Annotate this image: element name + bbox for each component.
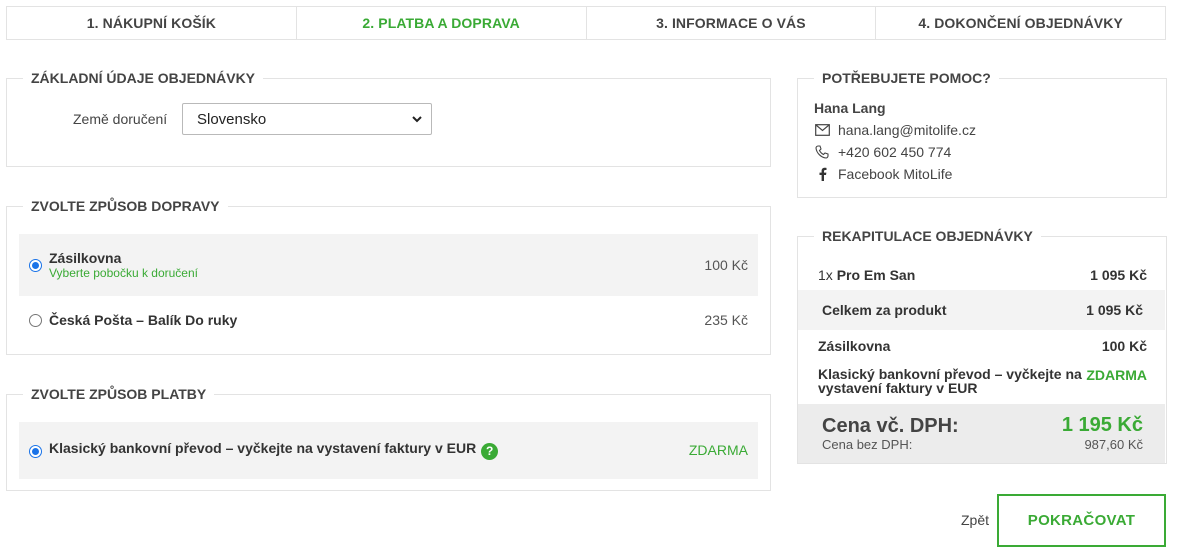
step-order-completion[interactable]: 4. DOKONČENÍ OBJEDNÁVKY (876, 7, 1165, 39)
contact-facebook[interactable]: Facebook MitoLife (838, 166, 952, 182)
recap-item-price: 1 095 Kč (1090, 267, 1147, 283)
recap-subtotal-value: 1 095 Kč (1086, 302, 1143, 318)
recap-payment-label: Klasický bankovní převod – vyčkejte na v… (818, 367, 1082, 395)
country-label: Země doručení (73, 111, 168, 127)
step-payment-shipping[interactable]: 2. PLATBA A DOPRAVA (297, 7, 587, 39)
payment-radio-bank-transfer[interactable] (29, 445, 42, 458)
contact-phone-row[interactable]: +420 602 450 774 (814, 144, 951, 160)
back-link[interactable]: Zpět (961, 512, 989, 528)
phone-icon (814, 144, 830, 160)
recap-item-name: Pro Em San (836, 267, 916, 283)
facebook-icon (814, 166, 830, 182)
question-icon[interactable]: ? (481, 442, 499, 460)
recap-subtotal-row: Celkem za produkt 1 095 Kč (798, 290, 1165, 330)
recap-payment-label-line2: vystavení faktury v EUR (818, 380, 978, 396)
shipping-radio-zasilkovna[interactable] (29, 259, 42, 272)
country-select-value: Slovensko (197, 110, 267, 128)
recap-legend: REKAPITULACE OBJEDNÁVKY (814, 228, 1041, 244)
net-value: 987,60 Kč (1084, 437, 1143, 452)
net-label: Cena bez DPH: (822, 437, 913, 452)
recap-total-row: Cena vč. DPH: 1 195 Kč Cena bez DPH: 987… (798, 404, 1165, 463)
checkout-steps: 1. NÁKUPNÍ KOŠÍK 2. PLATBA A DOPRAVA 3. … (6, 6, 1166, 40)
step-cart[interactable]: 1. NÁKUPNÍ KOŠÍK (7, 7, 297, 39)
payment-section: ZVOLTE ZPŮSOB PLATBY Klasický bankovní p… (6, 386, 771, 491)
shipping-option-ceska-posta[interactable]: Česká Pošta – Balík Do ruky 235 Kč (19, 291, 758, 351)
shipping-option-price: 235 Kč (704, 312, 748, 328)
contact-name: Hana Lang (814, 100, 886, 116)
pickup-point-link[interactable]: Vyberte pobočku k doručení (49, 266, 198, 280)
mail-icon (814, 122, 830, 138)
shipping-radio-ceska-posta[interactable] (29, 314, 42, 327)
payment-option-bank-transfer[interactable]: Klasický bankovní převod – vyčkejte na v… (19, 422, 758, 479)
contact-email-row[interactable]: hana.lang@mitolife.cz (814, 122, 976, 138)
contact-email[interactable]: hana.lang@mitolife.cz (838, 122, 976, 138)
basic-info-section: ZÁKLADNÍ ÚDAJE OBJEDNÁVKY Země doručení … (6, 70, 771, 167)
shipping-option-name: Zásilkovna (49, 250, 122, 266)
shipping-option-zasilkovna[interactable]: Zásilkovna Vyberte pobočku k doručení 10… (19, 234, 758, 296)
recap-subtotal-label: Celkem za produkt (822, 302, 947, 318)
help-section: POTŘEBUJETE POMOC? Hana Lang hana.lang@m… (797, 70, 1167, 198)
total-label: Cena vč. DPH: (822, 415, 959, 437)
shipping-option-name: Česká Pošta – Balík Do ruky (49, 312, 238, 328)
total-value: 1 195 Kč (1061, 414, 1143, 436)
recap-payment-row: Klasický bankovní převod – vyčkejte na v… (798, 361, 1165, 401)
payment-option-name: Klasický bankovní převod – vyčkejte na v… (49, 440, 477, 456)
contact-phone[interactable]: +420 602 450 774 (838, 144, 951, 160)
country-select[interactable]: Slovensko (182, 103, 432, 135)
basic-info-legend: ZÁKLADNÍ ÚDAJE OBJEDNÁVKY (23, 70, 264, 86)
recap-item-row: 1x Pro Em San 1 095 Kč (798, 259, 1165, 289)
recap-item: 1x Pro Em San (818, 267, 915, 283)
recap-shipping-label: Zásilkovna (818, 338, 891, 354)
step-customer-info[interactable]: 3. INFORMACE O VÁS (587, 7, 877, 39)
payment-option-price: ZDARMA (688, 442, 748, 458)
shipping-legend: ZVOLTE ZPŮSOB DOPRAVY (23, 198, 228, 214)
recap-payment-value: ZDARMA (1086, 367, 1147, 383)
contact-facebook-row[interactable]: Facebook MitoLife (814, 166, 952, 182)
help-legend: POTŘEBUJETE POMOC? (814, 70, 999, 86)
payment-option-name-wrap: Klasický bankovní převod – vyčkejte na v… (49, 440, 499, 460)
chevron-down-icon (412, 116, 422, 123)
continue-button[interactable]: POKRAČOVAT (997, 494, 1166, 547)
recap-shipping-row: Zásilkovna 100 Kč (798, 331, 1165, 359)
recap-item-qty: 1x (818, 267, 833, 283)
shipping-option-price: 100 Kč (704, 257, 748, 273)
payment-legend: ZVOLTE ZPŮSOB PLATBY (23, 386, 215, 402)
recap-shipping-value: 100 Kč (1101, 338, 1147, 354)
shipping-section: ZVOLTE ZPŮSOB DOPRAVY Zásilkovna Vyberte… (6, 198, 771, 355)
order-recap-section: REKAPITULACE OBJEDNÁVKY 1x Pro Em San 1 … (797, 228, 1167, 464)
